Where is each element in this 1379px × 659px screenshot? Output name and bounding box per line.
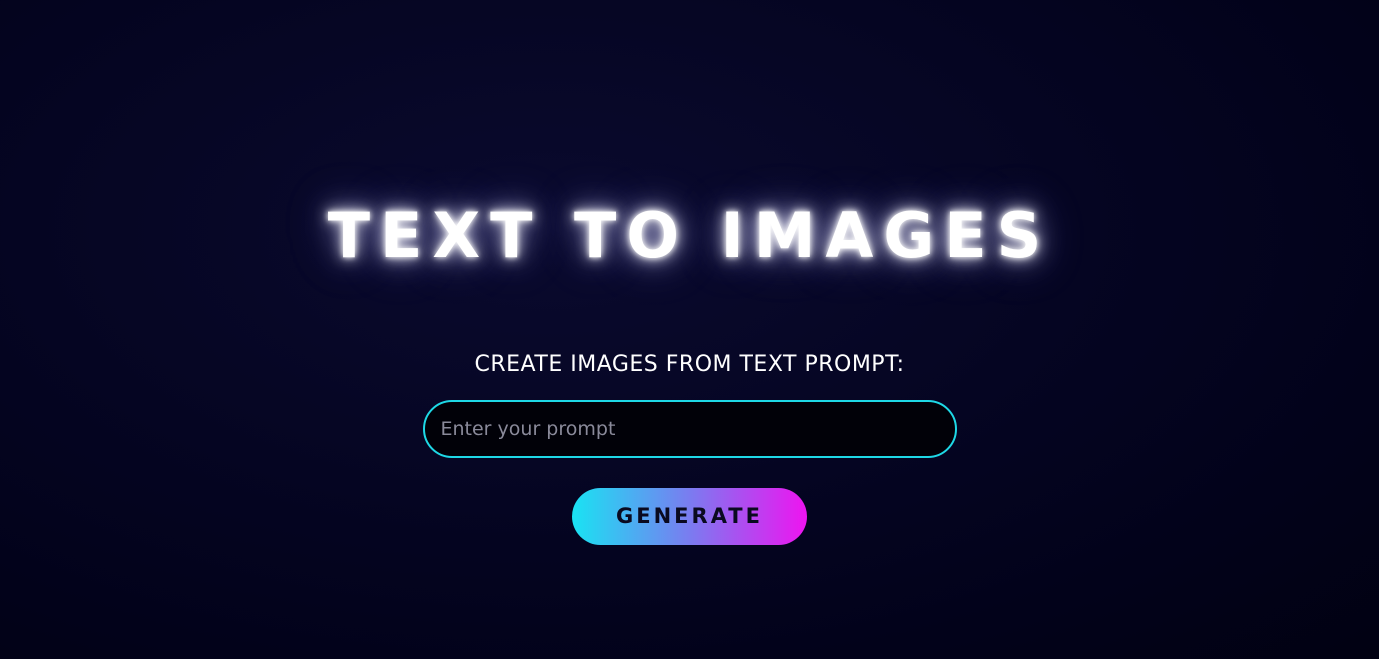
generate-button[interactable]: GENERATE: [572, 487, 807, 545]
page-subtitle: CREATE IMAGES FROM TEXT PROMPT:: [474, 351, 905, 377]
prompt-input[interactable]: [422, 399, 957, 458]
main-page: TEXT TO IMAGES CREATE IMAGES FROM TEXT P…: [0, 0, 1379, 659]
page-title: TEXT TO IMAGES: [327, 199, 1052, 272]
